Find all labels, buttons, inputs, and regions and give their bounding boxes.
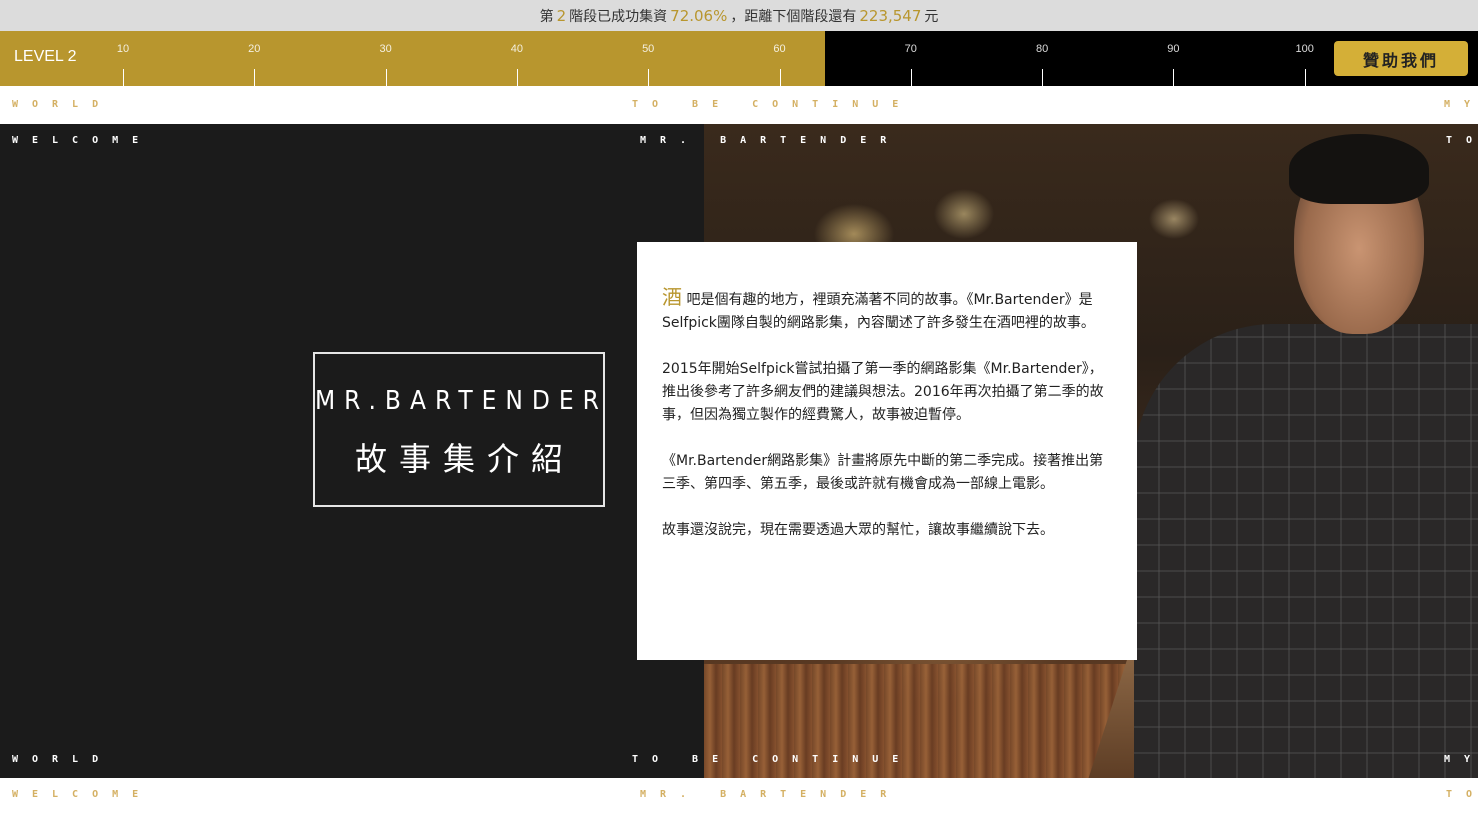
- progress-tick-label: 70: [904, 43, 917, 55]
- progress-tick-label: 90: [1167, 43, 1180, 55]
- progress-tick: 40: [502, 31, 532, 86]
- progress-tick: 100: [1290, 31, 1320, 86]
- series-title-en: MR.BARTENDER: [315, 386, 608, 416]
- story-paragraph-2: 2015年開始Selfpick嘗試拍攝了第一季的網路影集《Mr.Bartende…: [662, 361, 1104, 423]
- progress-tick: 90: [1158, 31, 1188, 86]
- marquee-to-be-continue-hero: TO BE CONTINUE: [632, 754, 913, 765]
- progress-tick-mark: [1173, 69, 1175, 86]
- marquee-world-hero: WORLD: [12, 754, 113, 765]
- status-stage: 2: [556, 6, 567, 25]
- progress-tick-mark: [910, 69, 912, 86]
- level-label: LEVEL 2: [14, 48, 77, 65]
- marquee-welcome-hero: WELCOME: [12, 135, 153, 146]
- progress-tick: 70: [896, 31, 926, 86]
- story-paragraph-4: 故事還沒說完，現在需要透過大眾的幫忙，讓故事繼續說下去。: [662, 522, 1054, 538]
- drop-cap: 酒: [662, 285, 682, 309]
- status-remaining: 223,547: [859, 6, 922, 25]
- progress-tick-mark: [254, 69, 256, 86]
- series-title-box: MR.BARTENDER 故事集介紹: [313, 352, 605, 507]
- progress-tick-mark: [385, 69, 387, 86]
- story-card: 酒 吧是個有趣的地方，裡頭充滿著不同的故事。《Mr.Bartender》是Sel…: [637, 242, 1137, 660]
- marquee-world-top: WORLD: [12, 99, 113, 110]
- progress-tick-mark: [1304, 69, 1306, 86]
- progress-tick-mark: [516, 69, 518, 86]
- status-mid: 階段已成功集資: [569, 8, 668, 25]
- status-unit: 元: [924, 8, 939, 25]
- status-prefix: 第: [539, 8, 554, 25]
- progress-tick-mark: [1042, 69, 1044, 86]
- progress-tick-mark: [648, 69, 650, 86]
- marquee-my-hero: MY: [1444, 754, 1470, 765]
- marquee-to-hero: TO: [1446, 135, 1472, 146]
- progress-tick-label: 100: [1295, 43, 1314, 55]
- status-sep: ，距離下個階段還有: [730, 8, 857, 25]
- progress-tick-label: 80: [1035, 43, 1049, 55]
- progress-tick-mark: [779, 69, 781, 86]
- marquee-welcome-bottom: WELCOME: [12, 789, 153, 800]
- progress-tick-label: 20: [248, 43, 261, 55]
- progress-tick-label: 50: [642, 43, 655, 55]
- progress-tick-label: 40: [510, 43, 524, 55]
- progress-tick: 60: [765, 31, 795, 86]
- story-paragraph-1: 酒 吧是個有趣的地方，裡頭充滿著不同的故事。《Mr.Bartender》是Sel…: [662, 285, 1095, 332]
- progress-tick: 30: [371, 31, 401, 86]
- progress-tick: 10: [108, 31, 138, 86]
- sponsor-button[interactable]: 贊助我們: [1334, 41, 1468, 76]
- marquee-to-bottom: TO: [1446, 789, 1472, 800]
- progress-tick-label: 30: [379, 43, 392, 55]
- funding-progress-bar: LEVEL 2 10 20 30 40 50 60 70 80 90 100: [0, 31, 1478, 86]
- progress-tick: 80: [1027, 31, 1057, 86]
- funding-status-bar: 第 2 階段已成功集資 72.06% ，距離下個階段還有 223,547 元: [0, 0, 1478, 31]
- status-percent: 72.06%: [670, 6, 728, 25]
- progress-tick-mark: [123, 69, 124, 86]
- progress-tick: 20: [239, 31, 269, 86]
- progress-tick-label: 10: [116, 43, 130, 55]
- marquee-to-be-continue-top: TO BE CONTINUE: [632, 99, 913, 110]
- marquee-mr-bartender-bottom: MR. BARTENDER: [640, 789, 901, 800]
- series-title-zh: 故事集介紹: [354, 440, 575, 478]
- progress-tick: 50: [633, 31, 663, 86]
- marquee-my-top: MY: [1444, 99, 1470, 110]
- story-paragraph-3: 《Mr.Bartender網路影集》計畫將原先中斷的第二季完成。接著推出第三季、…: [662, 453, 1104, 492]
- progress-tick-label: 60: [773, 43, 786, 55]
- marquee-mr-bartender-hero: MR. BARTENDER: [640, 135, 901, 146]
